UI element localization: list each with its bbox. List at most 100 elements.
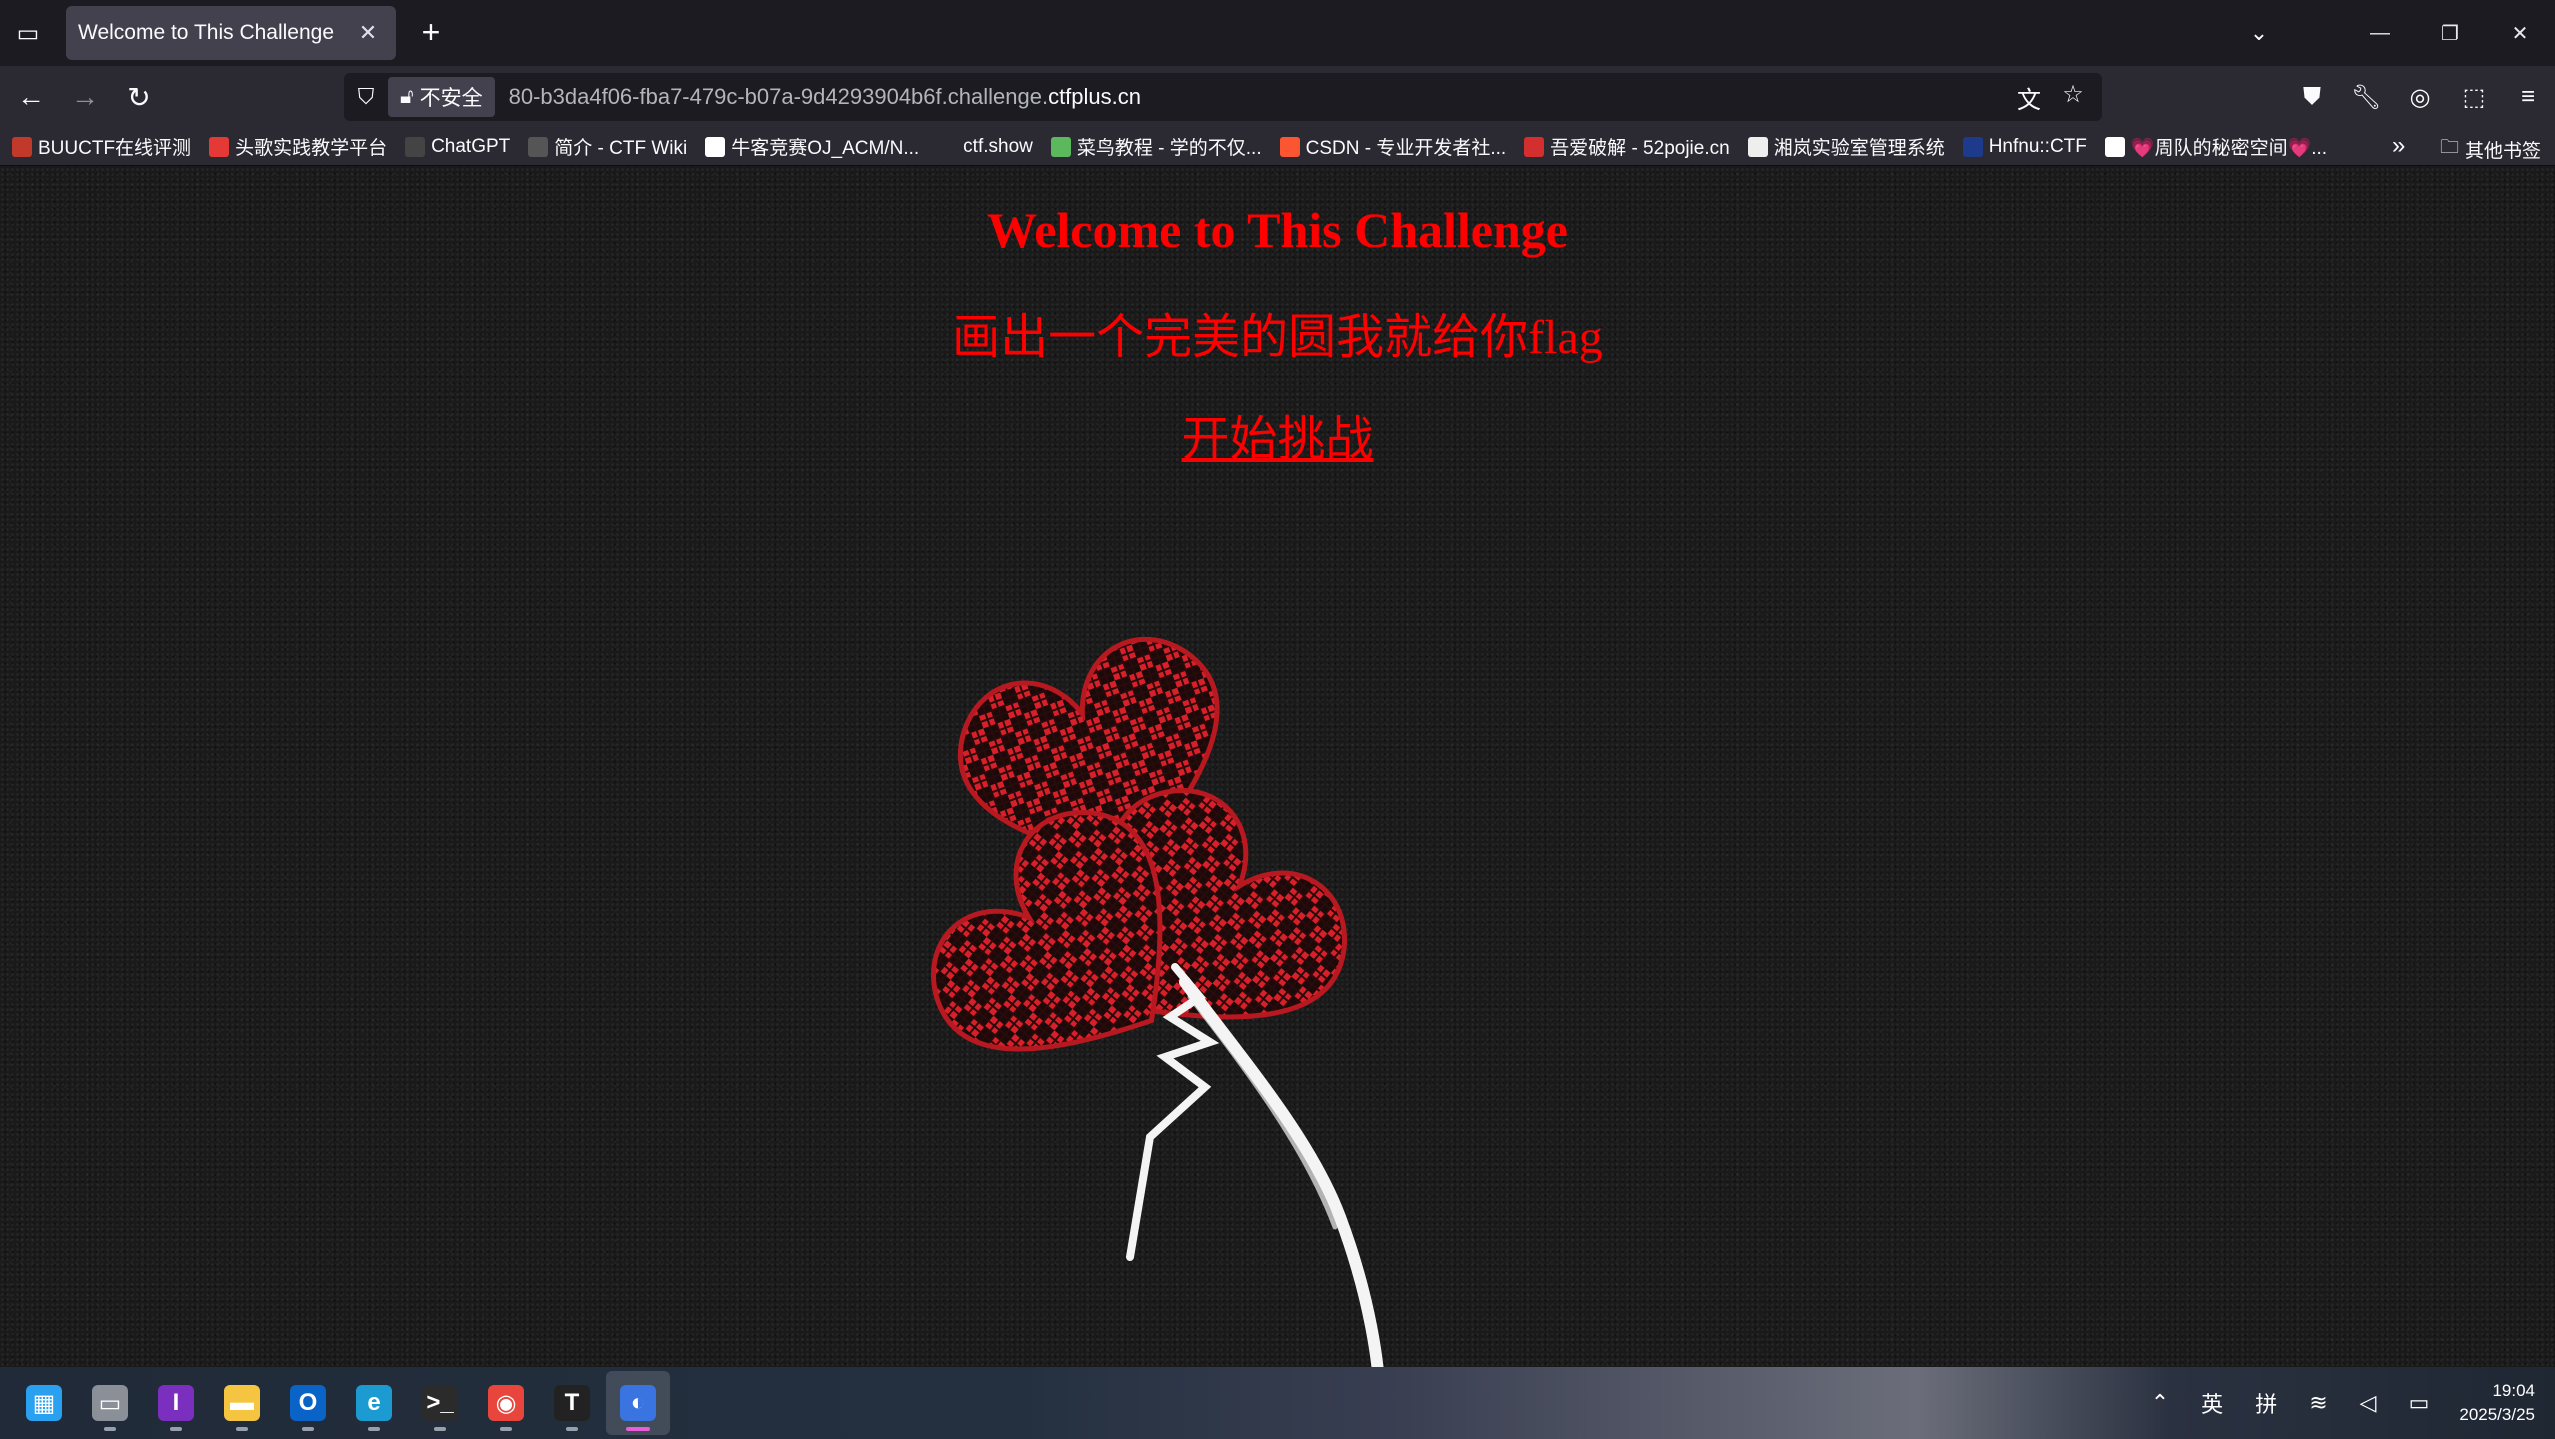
bookmark-item[interactable]: Hnfnu::CTF (1962, 136, 2087, 158)
bookmarks-overflow-icon[interactable]: » (2392, 132, 2405, 160)
minimize-icon[interactable]: — (2345, 0, 2415, 66)
bookmark-favicon-icon (705, 136, 726, 157)
bookmark-label: 💗周队的秘密空间💗... (2130, 138, 2328, 159)
back-icon[interactable]: ← (4, 70, 58, 124)
url-host: ctfplus.cn (1048, 84, 1141, 109)
clock[interactable]: 19:04 2025/3/25 (2459, 1379, 2535, 1427)
bookmark-star-icon[interactable]: ☆ (2054, 80, 2092, 115)
tab-strip: ▭ Welcome to This Challenge ✕ + ⌄ — ❐ ✕ (0, 0, 2555, 66)
bookmark-item[interactable]: 菜鸟教程 - 学的不仅... (1050, 133, 1262, 160)
file-manager-icon: ▭ (92, 1385, 128, 1421)
bookmark-label: 牛客竞赛OJ_ACM/N... (731, 138, 920, 159)
extensions-icon[interactable]: ⬚ (2447, 70, 2501, 124)
bookmark-label: 菜鸟教程 - 学的不仅... (1076, 138, 1262, 159)
tab-close-icon[interactable]: ✕ (354, 20, 382, 46)
bookmark-item[interactable]: ChatGPT (405, 136, 510, 158)
forward-icon[interactable]: → (58, 70, 112, 124)
running-indicator (434, 1427, 446, 1431)
bookmark-favicon-icon (937, 136, 958, 157)
navigation-bar: ← → ↻ ⛉ 🔓︎ 不安全 80-b3da4f06-fba7-479c-b07… (0, 66, 2555, 128)
bookmark-label: ChatGPT (431, 135, 511, 157)
running-indicator (236, 1427, 248, 1431)
url-text[interactable]: 80-b3da4f06-fba7-479c-b07a-9d4293904b6f.… (509, 84, 2010, 110)
reload-icon[interactable]: ↻ (112, 70, 166, 124)
bookmark-item[interactable]: 💗周队的秘密空间💗... (2104, 133, 2328, 160)
outlook-icon: O (290, 1385, 326, 1421)
bookmark-item[interactable]: ctf.show (937, 136, 1033, 158)
taskbar-app-button[interactable]: T (540, 1371, 604, 1435)
taskbar-app-button[interactable]: I (144, 1371, 208, 1435)
battery-icon[interactable]: ▭ (2409, 1390, 2430, 1416)
bookmark-label: 简介 - CTF Wiki (554, 138, 688, 159)
taskbar-app-button[interactable]: >_ (408, 1371, 472, 1435)
bookmark-favicon-icon (2104, 136, 2125, 157)
page-content: Welcome to This Challenge 画出一个完美的圆我就给你fl… (0, 167, 2555, 1367)
bookmark-label: 头歌实践教学平台 (235, 138, 388, 159)
close-window-icon[interactable]: ✕ (2485, 0, 2555, 66)
new-tab-button[interactable]: + (412, 14, 450, 52)
clock-time: 19:04 (2492, 1381, 2535, 1400)
terminal-icon: >_ (422, 1385, 458, 1421)
bookmark-item[interactable]: 简介 - CTF Wiki (528, 133, 687, 160)
menu-icon[interactable]: ≡ (2501, 70, 2555, 124)
bookmark-label: 吾爱破解 - 52pojie.cn (1550, 138, 1730, 159)
bookmark-item[interactable]: 湘岚实验室管理系统 (1747, 133, 1945, 160)
page-title: Welcome to This Challenge (986, 202, 1568, 258)
devtools-wrench-icon[interactable]: 🔧︎ (2339, 70, 2393, 124)
taskbar-app-button[interactable]: ◉ (474, 1371, 538, 1435)
system-tray: ⌃ 英 拼 ≋ ◁ ▭ 19:04 2025/3/25 (2135, 1367, 2535, 1439)
list-all-tabs-icon[interactable]: ⌄ (2240, 14, 2278, 52)
bookmark-item[interactable]: 吾爱破解 - 52pojie.cn (1524, 133, 1730, 160)
site-security-badge[interactable]: 🔓︎ 不安全 (388, 77, 495, 117)
tracking-protection-icon[interactable]: ⛉ (344, 84, 388, 110)
bookmark-item[interactable]: CSDN - 专业开发者社... (1279, 133, 1507, 160)
typora-icon: T (554, 1385, 590, 1421)
bookmark-label: BUUCTF在线评测 (38, 138, 192, 159)
edge-icon: e (356, 1385, 392, 1421)
volume-icon[interactable]: ◁ (2360, 1390, 2377, 1416)
taskbar-app-button[interactable]: ▦ (12, 1371, 76, 1435)
windows-start-icon: ▦ (26, 1385, 62, 1421)
taskbar-app-button[interactable]: e (342, 1371, 406, 1435)
other-bookmarks-folder[interactable]: 🗀︎ 其他书签 (2440, 133, 2541, 165)
wifi-icon[interactable]: ≋ (2309, 1390, 2327, 1416)
clover-illustration (931, 636, 1384, 1367)
ime-language[interactable]: 英 (2201, 1387, 2223, 1419)
url-bar[interactable]: ⛉ 🔓︎ 不安全 80-b3da4f06-fba7-479c-b07a-9d42… (344, 73, 2102, 121)
bookmark-favicon-icon (1747, 136, 1768, 157)
bookmark-favicon-icon (1962, 136, 1983, 157)
tab-list-icon[interactable]: ▭ (2, 7, 54, 59)
folder-icon: 🗀︎ (2439, 137, 2459, 158)
account-icon[interactable]: ◎ (2393, 70, 2447, 124)
taskbar-app-button[interactable]: ◐ (606, 1371, 670, 1435)
start-challenge-link[interactable]: 开始挑战 (0, 399, 2555, 469)
bookmark-label: CSDN - 专业开发者社... (1305, 138, 1507, 159)
restore-icon[interactable]: ❐ (2415, 0, 2485, 66)
bookmark-item[interactable]: 头歌实践教学平台 (209, 133, 387, 160)
taskbar-app-button[interactable]: ▬ (210, 1371, 274, 1435)
translate-icon[interactable]: 文 (2010, 80, 2048, 115)
bookmark-favicon-icon (1279, 136, 1300, 157)
bookmark-label: 湘岚实验室管理系统 (1773, 138, 1945, 159)
bookmark-favicon-icon (209, 136, 230, 157)
running-indicator (500, 1427, 512, 1431)
ime-mode[interactable]: 拼 (2255, 1387, 2277, 1419)
clock-date: 2025/3/25 (2459, 1405, 2535, 1424)
taskbar: ▦ ▭ I ▬ Oe >_ ◉ T ◐ ⌃ 英 拼 ≋ ◁ ▭ 19:04 2025/3/25 (0, 1367, 2555, 1439)
bookmark-item[interactable]: 牛客竞赛OJ_ACM/N... (705, 133, 919, 160)
running-indicator (626, 1427, 650, 1431)
chrome-icon: ◉ (488, 1385, 524, 1421)
running-indicator (104, 1427, 116, 1431)
browser-tab[interactable]: Welcome to This Challenge ✕ (66, 6, 396, 60)
security-label: 不安全 (419, 87, 483, 110)
firefox-icon: ◐ (620, 1385, 656, 1421)
taskbar-app-button[interactable]: ▭ (78, 1371, 142, 1435)
running-indicator (368, 1427, 380, 1431)
show-hidden-icons-icon[interactable]: ⌃ (2151, 1390, 2169, 1416)
taskbar-app-button[interactable]: O (276, 1371, 340, 1435)
bookmark-favicon-icon (12, 136, 32, 157)
pocket-icon[interactable]: ⛊ (2285, 70, 2339, 124)
bookmark-item[interactable]: BUUCTF在线评测 (12, 133, 191, 160)
running-indicator (302, 1427, 314, 1431)
insecure-lock-icon: 🔓︎ (400, 85, 414, 108)
